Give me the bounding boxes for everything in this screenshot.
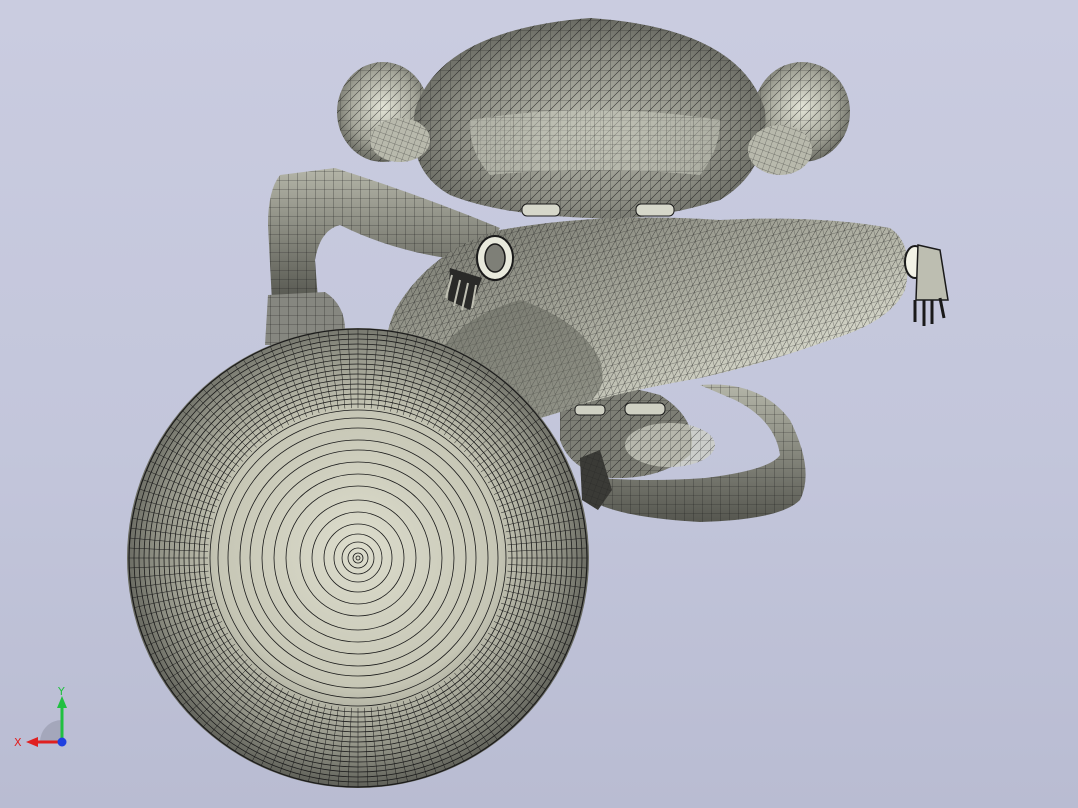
- head: [413, 18, 766, 219]
- z-axis-dot: [57, 737, 67, 747]
- mesh-model: [127, 18, 949, 788]
- wheel: [127, 328, 589, 788]
- x-axis-label: X: [14, 736, 22, 749]
- 3d-viewport[interactable]: Y X: [0, 0, 1078, 808]
- y-axis-label: Y: [57, 685, 65, 698]
- x-axis-arrow: [26, 737, 38, 747]
- right-hand: [904, 244, 949, 326]
- triad-arc: [40, 720, 62, 742]
- axis-triad: Y X: [14, 685, 67, 749]
